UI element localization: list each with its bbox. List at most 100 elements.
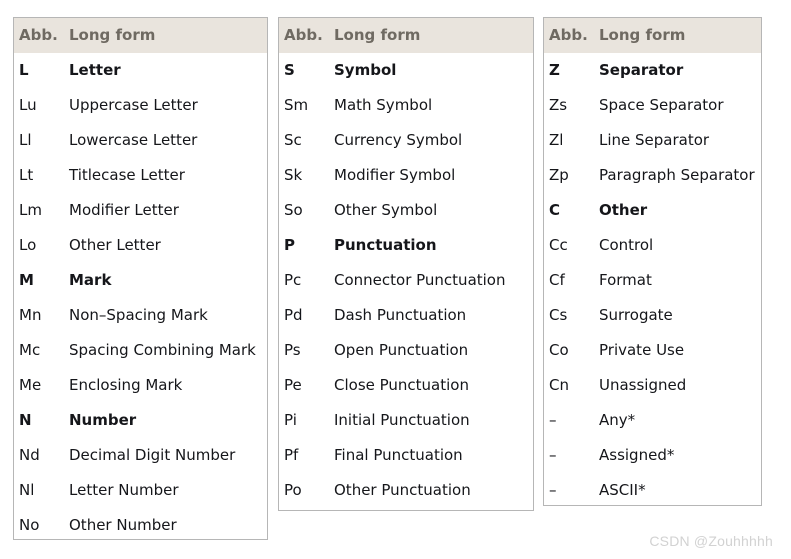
cell-abbreviation: C	[549, 201, 561, 219]
table-header-row: Abb. Long form	[279, 18, 533, 53]
cell-long-form: Symbol	[334, 61, 397, 79]
cell-abbreviation: Cf	[549, 271, 565, 289]
cell-long-form: Connector Punctuation	[334, 271, 506, 289]
cell-abbreviation: Zl	[549, 131, 564, 149]
cell-long-form: Initial Punctuation	[334, 411, 470, 429]
table-row: – ASCII*	[544, 473, 761, 508]
cell-abbreviation: So	[284, 201, 303, 219]
table-row: Cs Surrogate	[544, 298, 761, 333]
cell-abbreviation: Nl	[19, 481, 35, 499]
table-row: Nl Letter Number	[14, 473, 267, 508]
cell-long-form: Lowercase Letter	[69, 131, 198, 149]
table-row: Me Enclosing Mark	[14, 368, 267, 403]
cell-abbreviation: Lm	[19, 201, 42, 219]
table-row: Cn Unassigned	[544, 368, 761, 403]
table-row: Lu Uppercase Letter	[14, 88, 267, 123]
cell-abbreviation: L	[19, 61, 29, 79]
cell-long-form: Non–Spacing Mark	[69, 306, 208, 324]
cell-long-form: Uppercase Letter	[69, 96, 198, 114]
watermark-text: CSDN @Zouhhhhh	[649, 533, 773, 549]
cell-abbreviation: Sm	[284, 96, 309, 114]
cell-abbreviation: P	[284, 236, 295, 254]
cell-long-form: Titlecase Letter	[69, 166, 185, 184]
cell-long-form: Currency Symbol	[334, 131, 463, 149]
table-row: Sk Modifier Symbol	[279, 158, 533, 193]
cell-long-form: Letter Number	[69, 481, 179, 499]
table-row: Z Separator	[544, 53, 761, 88]
cell-long-form: Private Use	[599, 341, 685, 359]
cell-long-form: Surrogate	[599, 306, 673, 324]
cell-abbreviation: M	[19, 271, 34, 289]
table-separators-other: Abb. Long form Z Separator Zs Space Separator…	[543, 17, 762, 506]
table-row: – Any*	[544, 403, 761, 438]
cell-long-form: Modifier Symbol	[334, 166, 456, 184]
cell-abbreviation: Pi	[284, 411, 297, 429]
table-row: Sm Math Symbol	[279, 88, 533, 123]
cell-long-form: Paragraph Separator	[599, 166, 755, 184]
table-symbols-punctuation: Abb. Long form S Symbol Sm Math Symbol Sc Curre…	[278, 17, 534, 511]
cell-long-form: Other Letter	[69, 236, 161, 254]
table-row: Co Private Use	[544, 333, 761, 368]
table-row: Pc Connector Punctuation	[279, 263, 533, 298]
cell-abbreviation: Co	[549, 341, 569, 359]
table-row: P Punctuation	[279, 228, 533, 263]
cell-long-form: Space Separator	[599, 96, 724, 114]
cell-long-form: Line Separator	[599, 131, 710, 149]
table-row: Pe Close Punctuation	[279, 368, 533, 403]
cell-abbreviation: Lt	[19, 166, 34, 184]
table-row: Zs Space Separator	[544, 88, 761, 123]
table-row: Lm Modifier Letter	[14, 193, 267, 228]
table-row: Sc Currency Symbol	[279, 123, 533, 158]
table-row: Nd Decimal Digit Number	[14, 438, 267, 473]
table-row: So Other Symbol	[279, 193, 533, 228]
column-header-long-form: Long form	[334, 26, 421, 44]
cell-long-form: Decimal Digit Number	[69, 446, 236, 464]
cell-abbreviation: Mc	[19, 341, 41, 359]
cell-long-form: Dash Punctuation	[334, 306, 467, 324]
category-tables-container: Abb. Long form L Letter Lu Uppercase Letter Ll…	[0, 0, 791, 559]
cell-long-form: ASCII*	[599, 481, 646, 499]
cell-abbreviation: Lo	[19, 236, 37, 254]
table-row: No Other Number	[14, 508, 267, 543]
table-row: Lo Other Letter	[14, 228, 267, 263]
cell-long-form: Letter	[69, 61, 121, 79]
cell-abbreviation: Pc	[284, 271, 302, 289]
cell-long-form: Enclosing Mark	[69, 376, 183, 394]
cell-abbreviation: Sk	[284, 166, 303, 184]
table-row: N Number	[14, 403, 267, 438]
cell-long-form: Mark	[69, 271, 112, 289]
cell-long-form: Control	[599, 236, 654, 254]
column-header-abbreviation: Abb.	[284, 26, 323, 44]
cell-abbreviation: Sc	[284, 131, 302, 149]
table-row: Po Other Punctuation	[279, 473, 533, 508]
cell-abbreviation: Pe	[284, 376, 302, 394]
cell-abbreviation: Me	[19, 376, 42, 394]
cell-long-form: Assigned*	[599, 446, 675, 464]
table-row: Pi Initial Punctuation	[279, 403, 533, 438]
cell-abbreviation: Ll	[19, 131, 32, 149]
cell-abbreviation: Zp	[549, 166, 569, 184]
cell-abbreviation: Pd	[284, 306, 303, 324]
table-row: C Other	[544, 193, 761, 228]
table-row: Lt Titlecase Letter	[14, 158, 267, 193]
table-row: Mc Spacing Combining Mark	[14, 333, 267, 368]
cell-abbreviation: Cs	[549, 306, 568, 324]
table-row: Mn Non–Spacing Mark	[14, 298, 267, 333]
table-row: Cf Format	[544, 263, 761, 298]
table-row: Ps Open Punctuation	[279, 333, 533, 368]
cell-abbreviation: Cn	[549, 376, 569, 394]
column-header-abbreviation: Abb.	[19, 26, 58, 44]
cell-abbreviation: Mn	[19, 306, 42, 324]
table-row: Pd Dash Punctuation	[279, 298, 533, 333]
cell-abbreviation: Lu	[19, 96, 37, 114]
cell-abbreviation: Zs	[549, 96, 568, 114]
table-row: Zp Paragraph Separator	[544, 158, 761, 193]
cell-abbreviation: No	[19, 516, 40, 534]
cell-abbreviation: –	[549, 446, 557, 464]
cell-abbreviation: Nd	[19, 446, 40, 464]
cell-abbreviation: Ps	[284, 341, 301, 359]
cell-abbreviation: Po	[284, 481, 302, 499]
cell-long-form: Other Punctuation	[334, 481, 471, 499]
cell-long-form: Modifier Letter	[69, 201, 179, 219]
cell-long-form: Number	[69, 411, 137, 429]
